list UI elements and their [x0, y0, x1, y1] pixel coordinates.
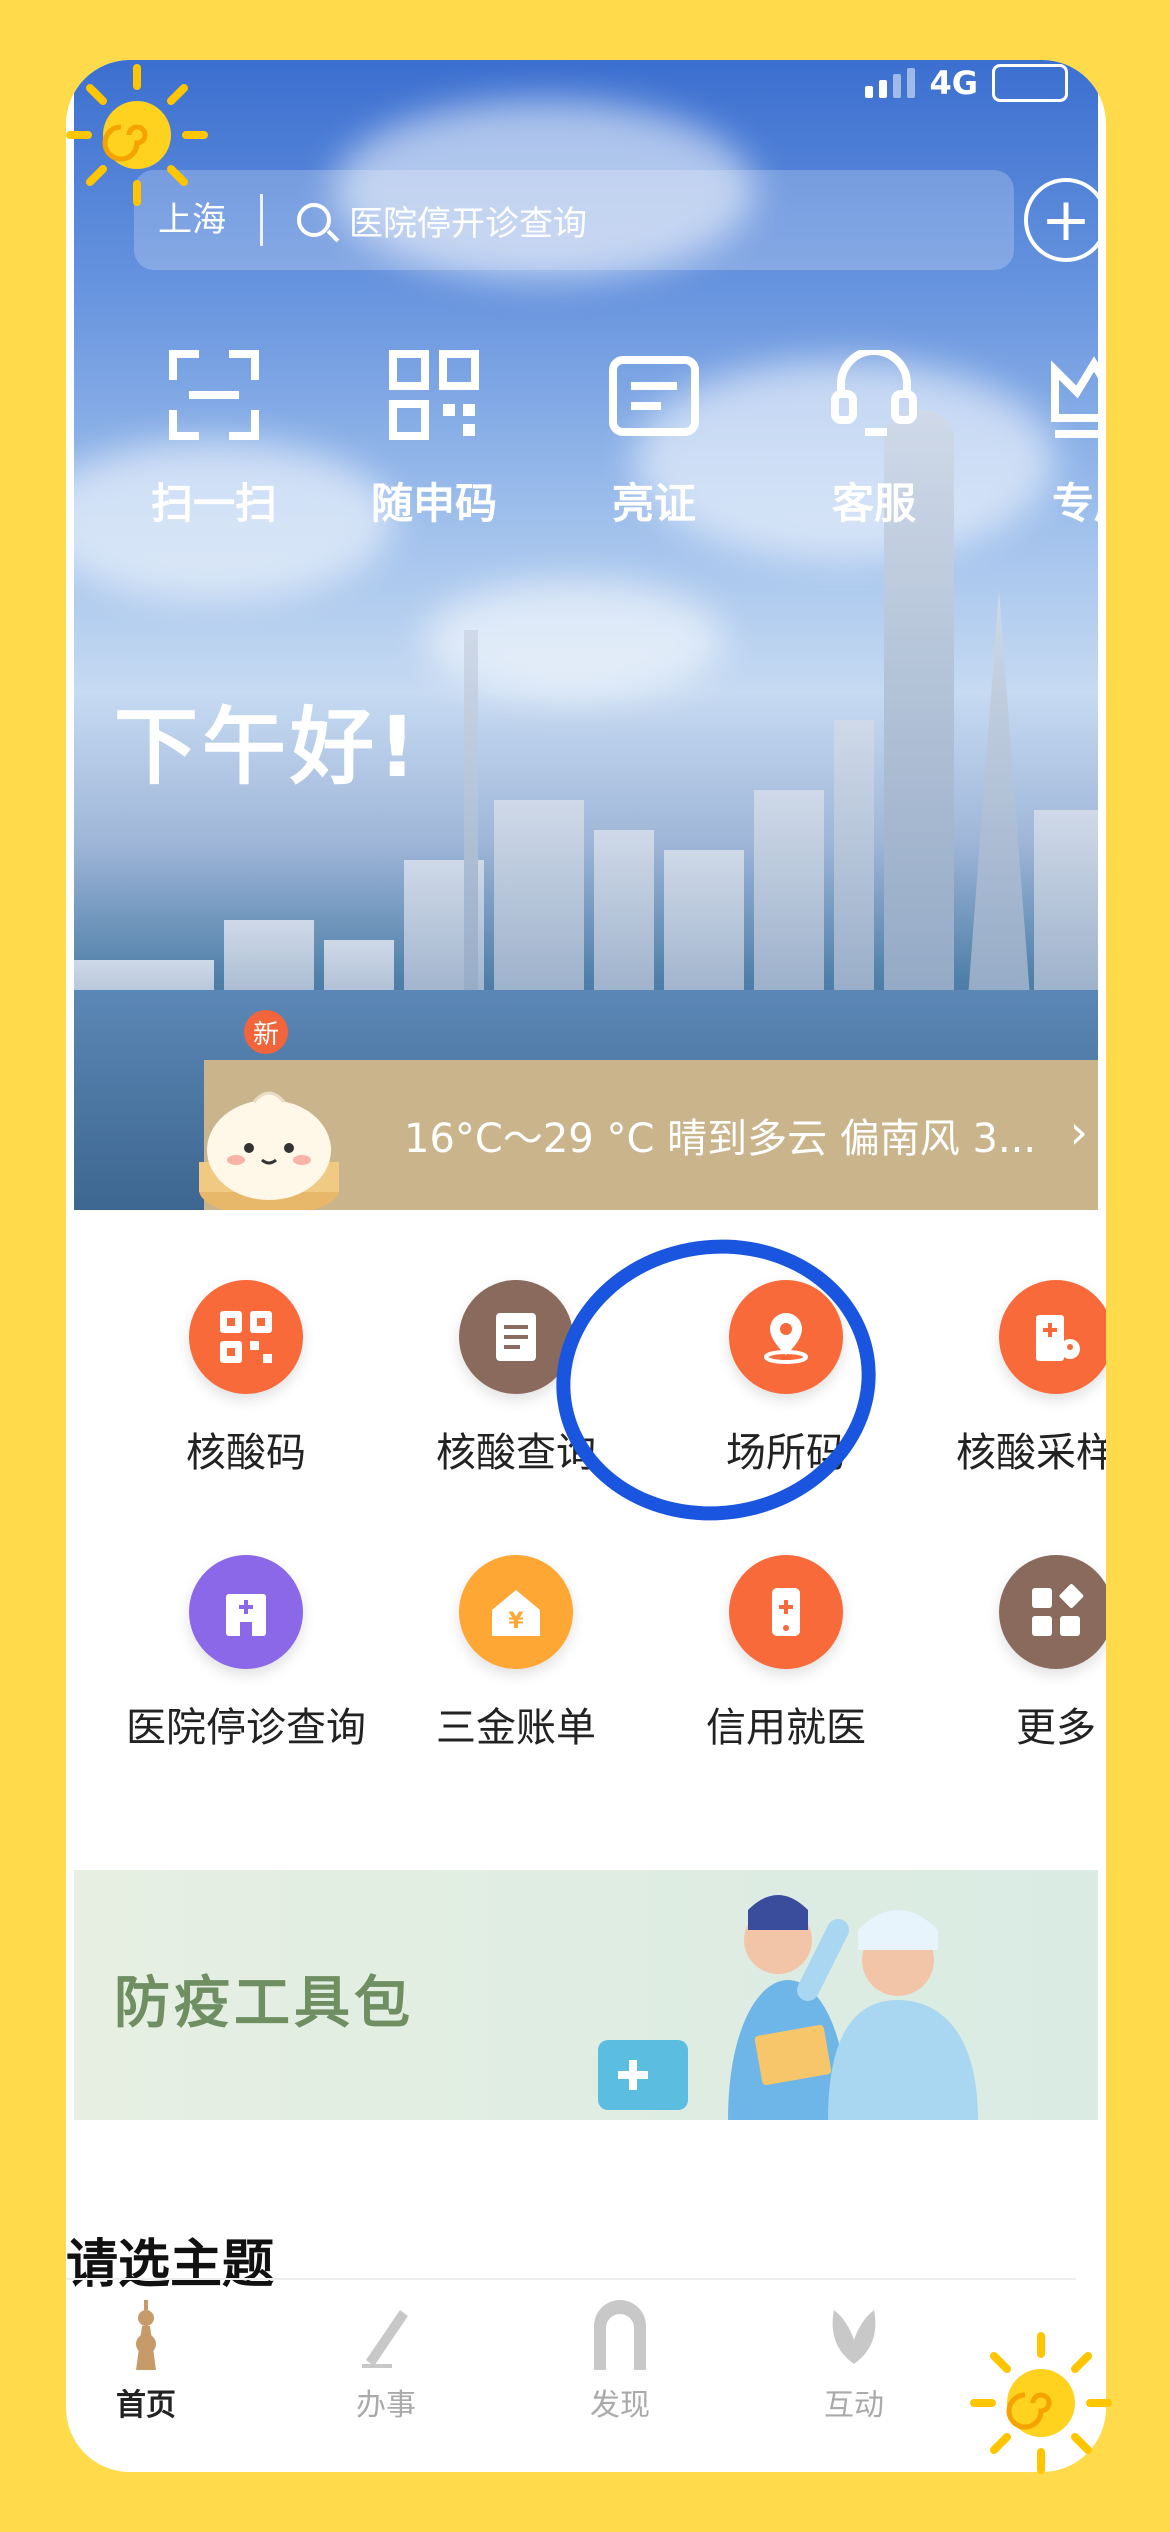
section-title: 请选主题	[66, 2235, 275, 2295]
quick-action-service[interactable]: 客服	[784, 347, 964, 531]
headset-icon	[829, 347, 919, 440]
service-label: 医院停诊查询	[126, 1705, 366, 1751]
tab-interact[interactable]: 互动	[784, 2300, 924, 2424]
new-badge: 新	[244, 1010, 288, 1054]
tower-icon	[116, 2300, 176, 2370]
search-icon	[297, 203, 331, 237]
chevron-right-icon: ›	[1069, 1105, 1088, 1159]
flower-icon	[824, 2300, 884, 2370]
hero-banner: 4G 上海 医院停开诊查询 + 扫一扫 随申码 亮证 客服 专 下午好! 16°…	[74, 60, 1098, 1210]
qr-grid-icon	[189, 1280, 303, 1394]
phone-plus-icon	[729, 1555, 843, 1669]
tab-home[interactable]: 首页	[76, 2300, 216, 2424]
tab-label: 互动	[824, 2388, 884, 2423]
arch-icon	[590, 2300, 650, 2370]
service-label: 核酸采样点	[956, 1430, 1106, 1476]
apps-grid-icon	[999, 1555, 1106, 1669]
tab-discover[interactable]: 发现	[550, 2300, 690, 2424]
add-button[interactable]: +	[1024, 178, 1098, 262]
signal-icon	[865, 68, 916, 98]
sun-sticker-icon	[66, 64, 208, 206]
tab-services[interactable]: 办事	[316, 2300, 456, 2424]
quick-action-label: 扫一扫	[150, 479, 277, 528]
hospital-icon	[189, 1555, 303, 1669]
house-yen-icon: ¥	[459, 1555, 573, 1669]
sun-sticker-icon	[970, 2332, 1112, 2474]
quick-action-label: 客服	[831, 479, 916, 528]
tab-label: 首页	[116, 2388, 176, 2423]
weather-text: 16°C～29 °C 晴到多云 偏南风 3...	[404, 1116, 1037, 1162]
status-bar: 4G	[865, 64, 1068, 102]
crown-icon	[1049, 350, 1098, 440]
phone-screen: 4G 上海 医院停开诊查询 + 扫一扫 随申码 亮证 客服 专 下午好! 16°…	[66, 60, 1106, 2472]
scan-icon	[169, 350, 259, 440]
banner-title: 防疫工具包	[114, 1971, 414, 2036]
mascot-bun-icon	[199, 1091, 339, 1210]
service-credit-medical[interactable]: 信用就医	[656, 1555, 916, 1753]
card-icon	[609, 350, 699, 440]
pen-icon	[356, 2300, 416, 2370]
service-nucleic-code[interactable]: 核酸码	[116, 1280, 376, 1478]
service-more[interactable]: 更多	[926, 1555, 1106, 1753]
service-label: 信用就医	[706, 1705, 866, 1751]
network-label: 4G	[929, 64, 978, 102]
plus-icon: +	[1040, 185, 1092, 255]
quick-action-qr[interactable]: 随申码	[344, 350, 524, 531]
battery-icon	[992, 64, 1068, 102]
service-label: 三金账单	[436, 1705, 596, 1751]
service-label: 更多	[1016, 1705, 1096, 1751]
service-bill[interactable]: ¥ 三金账单	[386, 1555, 646, 1753]
quick-action-exclusive[interactable]: 专属	[1004, 350, 1098, 531]
qr-code-icon	[389, 350, 479, 440]
tab-label: 办事	[356, 2388, 416, 2423]
quick-action-label: 亮证	[611, 479, 696, 528]
service-hospital-closure[interactable]: 医院停诊查询	[116, 1555, 376, 1753]
divider	[66, 2278, 1076, 2280]
service-sampling-site[interactable]: 核酸采样点	[926, 1280, 1106, 1478]
tab-label: 发现	[590, 2388, 650, 2423]
hand-drawn-circle	[538, 1219, 894, 1541]
greeting: 下午好!	[114, 698, 421, 796]
service-label: 核酸码	[186, 1430, 306, 1476]
medical-staff-illustration	[598, 1895, 978, 2120]
quick-action-card[interactable]: 亮证	[564, 350, 744, 531]
clinic-icon	[999, 1280, 1106, 1394]
search-bar[interactable]: 上海 医院停开诊查询	[134, 170, 1014, 270]
svg-text:¥: ¥	[508, 1609, 524, 1634]
epidemic-toolkit-banner[interactable]: 防疫工具包	[74, 1870, 1098, 2120]
quick-action-label: 专属	[1051, 479, 1098, 528]
quick-action-label: 随申码	[370, 479, 497, 528]
quick-action-scan[interactable]: 扫一扫	[124, 350, 304, 531]
search-input[interactable]: 医院停开诊查询	[349, 196, 587, 245]
